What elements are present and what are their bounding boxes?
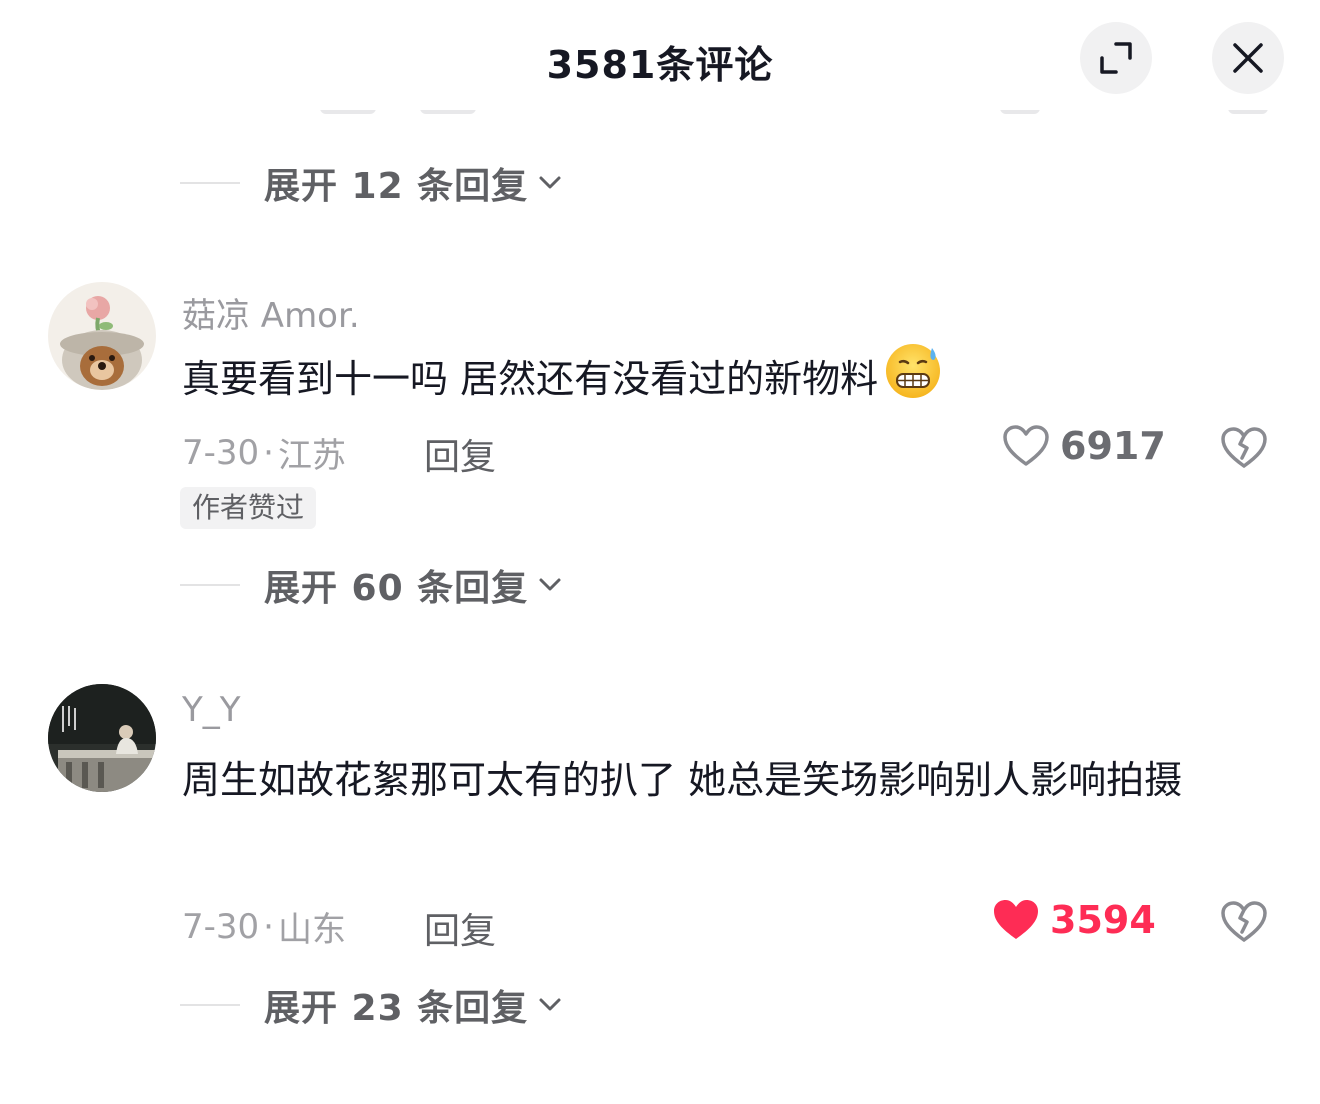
heart-outline-icon: [1003, 425, 1049, 466]
meta-separator: ·: [263, 432, 274, 473]
author-liked-badge: 作者赞过: [180, 487, 317, 529]
grimacing-sweat-emoji: [882, 340, 944, 427]
dislike-button[interactable]: [1220, 900, 1268, 948]
avatar[interactable]: [48, 684, 156, 792]
comment-date: 7-30: [182, 432, 260, 473]
close-icon: [1233, 43, 1263, 73]
expand-button[interactable]: [1080, 22, 1152, 94]
reply-button[interactable]: 回复: [424, 428, 496, 480]
comment-meta: 7-30 · 江苏: [182, 428, 346, 477]
heart-filled-icon: [994, 900, 1038, 939]
chevron-down-icon: [538, 577, 562, 593]
divider-line: [180, 182, 240, 184]
comment-username[interactable]: Y_Y: [182, 690, 241, 730]
dislike-button[interactable]: [1220, 426, 1268, 474]
expand-replies-label: 展开 60 条回复: [264, 568, 529, 609]
comments-panel: 3581条评论 展开 12 条回复 菇凉 Amor. 真要看到十一吗 居然还有没…: [0, 0, 1320, 1104]
like-count: 6917: [1060, 424, 1166, 468]
divider-line: [180, 1004, 240, 1006]
comment-text: 真要看到十一吗 居然还有没看过的新物料: [182, 340, 1262, 427]
meta-separator: ·: [263, 906, 274, 947]
comment-username[interactable]: 菇凉 Amor.: [182, 288, 360, 337]
comment-meta: 7-30 · 山东: [182, 902, 346, 951]
close-button[interactable]: [1212, 22, 1284, 94]
like-button[interactable]: 3594: [992, 898, 1156, 942]
comment-date: 7-30: [182, 906, 260, 947]
comment-text-content: 真要看到十一吗 居然还有没看过的新物料: [182, 357, 879, 401]
expand-icon: [1100, 42, 1132, 74]
broken-heart-icon: [1221, 901, 1267, 942]
comment-text: 周生如故花絮那可太有的扒了 她总是笑场影响别人影响拍摄: [182, 758, 1183, 802]
avatar[interactable]: [48, 282, 156, 390]
expand-replies-button[interactable]: 展开 60 条回复: [180, 560, 562, 610]
comments-header: 3581条评论: [0, 0, 1320, 110]
divider-line: [180, 584, 240, 586]
like-button[interactable]: 6917: [1002, 424, 1166, 468]
like-count: 3594: [1050, 898, 1156, 942]
comment-location: 山东: [277, 910, 346, 950]
expand-replies-label: 展开 12 条回复: [264, 166, 529, 207]
expand-replies-button[interactable]: 展开 23 条回复: [180, 980, 562, 1030]
reply-button[interactable]: 回复: [424, 902, 496, 954]
comment-location: 江苏: [277, 436, 346, 476]
chevron-down-icon: [538, 997, 562, 1013]
broken-heart-icon: [1221, 427, 1267, 468]
chevron-down-icon: [538, 175, 562, 191]
expand-replies-button[interactable]: 展开 12 条回复: [180, 158, 562, 208]
expand-replies-label: 展开 23 条回复: [264, 988, 529, 1029]
